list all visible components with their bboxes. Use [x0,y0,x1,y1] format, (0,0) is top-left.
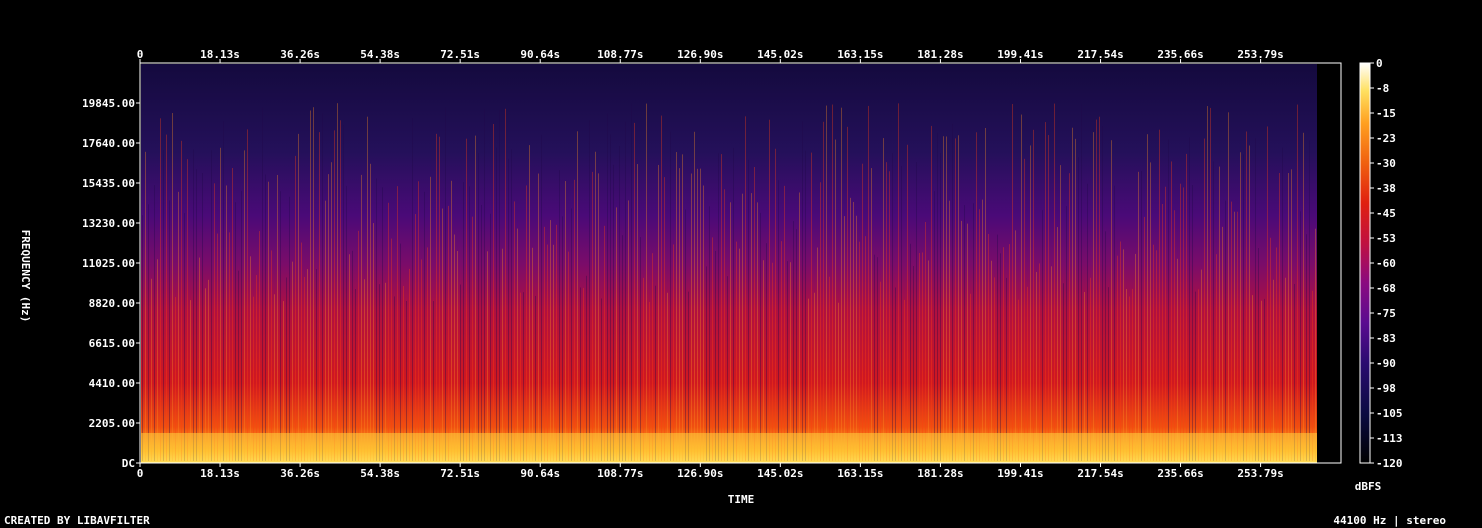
x-tick-label-top: 90.64s [520,48,560,61]
colorbar-tick-label: -23 [1376,132,1396,145]
y-tick-label: DC [122,457,135,470]
x-tick-label-top: 108.77s [597,48,643,61]
x-tick-label-bottom: 199.41s [997,467,1043,480]
spectrogram-chart: 0 18.13s 36.26s 54.38s 72.51s 90.64s 108.77s 12… [19,48,1403,506]
colorbar-tick-label: -68 [1376,282,1396,295]
y-tick-label: 13230.00 [82,217,135,230]
colorbar-tick-label: -90 [1376,357,1396,370]
colorbar-tick-label: -75 [1376,307,1396,320]
x-tick-label-top: 235.66s [1157,48,1203,61]
low-frequency-band [141,433,1317,462]
x-tick-label-top: 199.41s [997,48,1043,61]
x-tick-label-top: 0 [137,48,144,61]
colorbar-tick-label: -120 [1376,457,1403,470]
x-tick-label-bottom: 54.38s [360,467,400,480]
colorbar-tick-label: -98 [1376,382,1396,395]
y-tick-label: 15435.00 [82,177,135,190]
x-tick-label-bottom: 217.54s [1077,467,1123,480]
y-tick-label: 19845.00 [82,97,135,110]
x-axis-bottom: 0 18.13s 36.26s 54.38s 72.51s 90.64s 108.77s 12… [137,463,1284,480]
x-tick-label-bottom: 0 [137,467,144,480]
colorbar-tick-label: -45 [1376,207,1396,220]
colorbar-tick-label: -60 [1376,257,1396,270]
x-tick-label-bottom: 145.02s [757,467,803,480]
colorbar-tick-label: -8 [1376,82,1389,95]
spectrogram-image [141,64,1317,463]
x-tick-label-top: 18.13s [200,48,240,61]
y-tick-label: 2205.00 [89,417,135,430]
x-tick-label-top: 217.54s [1077,48,1123,61]
y-axis: DC 2205.00 4410.00 6615.00 8820.00 11025.00 13… [82,97,140,470]
x-tick-label-bottom: 90.64s [520,467,560,480]
x-tick-label-bottom: 235.66s [1157,467,1203,480]
colorbar-tick-label: -83 [1376,332,1396,345]
x-tick-label-top: 126.90s [677,48,723,61]
x-tick-label-top: 54.38s [360,48,400,61]
x-tick-label-bottom: 18.13s [200,467,240,480]
x-tick-label-bottom: 72.51s [440,467,480,480]
plot-area [139,62,1342,464]
x-tick-label-top: 145.02s [757,48,803,61]
x-tick-label-bottom: 181.28s [917,467,963,480]
x-tick-label-top: 253.79s [1237,48,1283,61]
x-tick-label-top: 181.28s [917,48,963,61]
colorbar-tick-label: -15 [1376,107,1396,120]
x-axis-label: TIME [728,493,755,506]
colorbar-scale [1359,62,1371,464]
colorbar-tick-label: -105 [1376,407,1403,420]
colorbar-tick-label: -30 [1376,157,1396,170]
x-tick-label-bottom: 36.26s [280,467,320,480]
credit-text: CREATED BY LIBAVFILTER [4,514,150,527]
x-tick-label-top: 72.51s [440,48,480,61]
x-axis-top: 0 18.13s 36.26s 54.38s 72.51s 90.64s 108.77s 12… [137,48,1284,63]
colorbar-tick-label: -53 [1376,232,1396,245]
x-tick-label-top: 36.26s [280,48,320,61]
y-tick-label: 4410.00 [89,377,135,390]
y-tick-label: 17640.00 [82,137,135,150]
colorbar-tick-label: -38 [1376,182,1396,195]
y-tick-label: 8820.00 [89,297,135,310]
x-tick-label-bottom: 108.77s [597,467,643,480]
y-tick-label: 6615.00 [89,337,135,350]
x-tick-label-bottom: 126.90s [677,467,723,480]
colorbar-label: dBFS [1355,480,1382,493]
colorbar-tick-label: -113 [1376,432,1403,445]
y-axis-label: FREQUENCY (Hz) [19,230,32,323]
audio-info-text: 44100 Hz | stereo [1333,514,1446,527]
x-tick-label-bottom: 253.79s [1237,467,1283,480]
y-tick-label: 11025.00 [82,257,135,270]
x-tick-label-top: 163.15s [837,48,883,61]
colorbar: 0 -8 -15 -23 -30 -38 -45 -53 -60 -68 -75 -83 -90 -98 -… [1359,57,1403,470]
x-tick-label-bottom: 163.15s [837,467,883,480]
colorbar-tick-label: 0 [1376,57,1383,70]
